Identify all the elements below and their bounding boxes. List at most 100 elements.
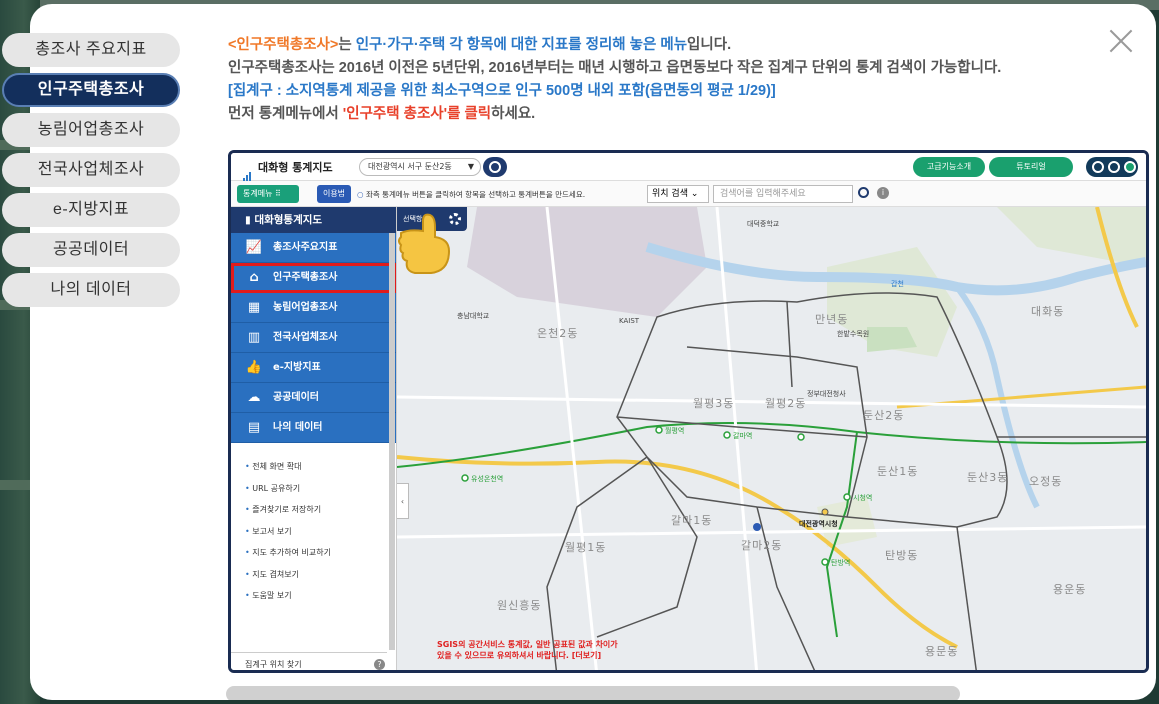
horizontal-scrollbar[interactable]	[226, 686, 960, 700]
intro-highlight: 인구·가구·주택 각 항목에 대한 지표를 정리해 놓은 메뉴	[355, 37, 688, 53]
intro-click-instruction: '인구주택 총조사'를 클릭	[342, 106, 492, 122]
map-label-dong: 오정동	[1029, 475, 1063, 488]
side-item-label: 인구주택총조사	[273, 272, 338, 283]
side-panel: ▮ 대화형통계지도 📈 총조사주요지표 ⌂ 인구주택총조사 ▦ 농림어업총조사 ▥ 전국…	[231, 207, 397, 670]
side-item-label: 나의 데이터	[273, 422, 323, 433]
hint-text: 좌측 통계메뉴 버튼을 클릭하여 항목을 선택하고 통계버튼을 만드세요.	[365, 190, 586, 199]
intro-text: <인구주택총조사>는 인구·가구·주택 각 항목에 대한 지표를 정리해 놓은 …	[228, 34, 1128, 126]
stats-menu-button[interactable]: 통계메뉴 ⠿	[237, 185, 299, 203]
find-tract-location[interactable]: 집계구 위치 찾기?	[231, 652, 387, 670]
map-label-dong: 월평3동	[693, 397, 735, 410]
map-label-station: 유성온천역	[471, 475, 504, 483]
link-bookmark[interactable]: 즐겨찾기로 저장하기	[245, 504, 396, 526]
side-footer-label: 집계구 위치 찾기	[245, 660, 302, 669]
pointing-hand-icon	[398, 213, 451, 274]
tab-business-survey[interactable]: 전국사업체조사	[2, 153, 180, 187]
location-search-select[interactable]: 위치 검색 ⌄	[647, 185, 709, 203]
map-label-poi: KAIST	[619, 317, 640, 325]
house-icon: ⌂	[249, 270, 259, 285]
tutorial-button[interactable]: 튜토리얼	[989, 157, 1073, 177]
collapse-panel-icon[interactable]: ‹	[397, 483, 409, 519]
map-label-poi: 정부대전청사	[807, 390, 846, 398]
tab-my-data[interactable]: 나의 데이터	[2, 273, 180, 307]
search-icon[interactable]	[857, 186, 871, 200]
map-warning-line: SGIS의 공간서비스 통계값, 일반 공표된 값과 차이가	[437, 640, 618, 649]
tab-public-data[interactable]: 공공데이터	[2, 233, 180, 267]
map-label-station: 갈마역	[733, 432, 753, 440]
location-select-value: 위치 검색	[652, 189, 688, 199]
building-icon: ▥	[247, 330, 261, 345]
grid-icon: ⠿	[275, 189, 281, 198]
map-label-poi: 충남대학교	[457, 312, 490, 320]
map-label-dong: 만년동	[815, 313, 849, 326]
map-warning: SGIS의 공간서비스 통계값, 일반 공표된 값과 차이가 있을 수 있으므로…	[437, 639, 618, 661]
info-icon[interactable]: i	[877, 187, 889, 199]
help-modal: <인구주택총조사>는 인구·가구·주택 각 항목에 대한 지표를 정리해 놓은 …	[30, 4, 1156, 700]
tab-census-key-indicators[interactable]: 총조사 주요지표	[2, 33, 180, 67]
map-label-dong: 온천2동	[537, 327, 579, 340]
link-share-url[interactable]: URL 공유하기	[245, 483, 396, 505]
side-item-census-key[interactable]: 📈 총조사주요지표	[231, 233, 396, 263]
map-label-dong: 탄방동	[885, 549, 919, 562]
stats-menu-label: 통계메뉴	[243, 189, 273, 198]
chart-icon: 📈	[245, 240, 263, 255]
tab-agriculture-census[interactable]: 농림어업총조사	[2, 113, 180, 147]
side-item-label: 전국사업체조사	[273, 332, 338, 343]
app-title: 대화형 통계지도	[258, 161, 333, 174]
map-label-station: 탄방역	[831, 559, 851, 567]
map-warning-line[interactable]: 있을 수 있으므로 유의하셔서 바랍니다. [더보기]	[437, 650, 618, 661]
side-item-label: e-지방지표	[273, 362, 321, 373]
link-help[interactable]: 도움말 보기	[245, 590, 396, 612]
hint-bullet-icon: ○	[357, 190, 366, 199]
chevron-down-icon: ▼	[467, 162, 474, 171]
side-panel-title: ▮ 대화형통계지도	[231, 207, 396, 233]
intro-line-2: 인구주택총조사는 2016년 이전은 5년단위, 2016년부터는 매년 시행하…	[228, 60, 1002, 76]
map-label-dong: 둔산2동	[863, 409, 905, 422]
region-select-value: 대전광역시 서구 둔산2동	[368, 162, 452, 171]
search-icon[interactable]	[483, 157, 507, 177]
doc-icon: ▤	[247, 420, 261, 435]
map-label-poi: 한밭수목원	[837, 330, 870, 338]
map-label-dong: 대화동	[1031, 305, 1065, 318]
region-select[interactable]: 대전광역시 서구 둔산2동 ▼	[359, 158, 481, 176]
map-label-dong: 둔산1동	[877, 465, 919, 478]
link-report[interactable]: 보고서 보기	[245, 526, 396, 548]
side-item-public-data[interactable]: ☁ 공공데이터	[231, 383, 396, 413]
chevron-down-icon: ⌄	[690, 189, 699, 199]
map-label-poi: 대덕중학교	[747, 220, 780, 228]
map-label-poi: 대전광역시청	[799, 520, 838, 528]
link-overlay-maps[interactable]: 지도 겹쳐보기	[245, 569, 396, 591]
advanced-features-button[interactable]: 고급기능소개	[913, 157, 985, 177]
link-fullscreen[interactable]: 전체 화면 확대	[245, 461, 396, 483]
farm-icon: ▦	[247, 300, 261, 315]
side-item-e-local[interactable]: 👍 e-지방지표	[231, 353, 396, 383]
map-label-dong: 갈마2동	[741, 539, 783, 552]
intro-line-1: <인구주택총조사>는 인구·가구·주택 각 항목에 대한 지표를 정리해 놓은 …	[228, 34, 1128, 57]
usage-button[interactable]: 이용법	[317, 185, 351, 203]
map-label-dong: 용운동	[1053, 583, 1087, 596]
intro-menu-name: <인구주택총조사>	[228, 37, 339, 53]
side-item-agriculture[interactable]: ▦ 농림어업총조사	[231, 293, 396, 323]
toolbar-hint: ○ 좌측 통계메뉴 버튼을 클릭하여 항목을 선택하고 통계버튼을 만드세요.	[357, 189, 585, 200]
side-item-business[interactable]: ▥ 전국사업체조사	[231, 323, 396, 353]
map-label-dong: 갈마1동	[671, 514, 713, 527]
side-links: 전체 화면 확대 URL 공유하기 즐겨찾기로 저장하기 보고서 보기 지도 추…	[231, 443, 396, 612]
intro-text-segment: 는	[338, 37, 356, 53]
help-icon[interactable]: ?	[374, 659, 385, 670]
map-label-dong: 용문동	[925, 645, 959, 658]
map-search-input[interactable]: 검색어를 입력해주세요	[713, 185, 853, 203]
map-view[interactable]: 선택항목 온천2동 만년동 월평3동 월평2동 둔산2동 둔산1동 갈마1동 갈…	[397, 207, 1146, 670]
embedded-screenshot: 대화형 통계지도 대전광역시 서구 둔산2동 ▼ 고급기능소개 튜토리얼 통계메뉴…	[228, 150, 1149, 673]
side-item-my-data[interactable]: ▤ 나의 데이터	[231, 413, 396, 443]
link-compare-maps[interactable]: 지도 추가하여 비교하기	[245, 547, 396, 569]
side-item-label: 농림어업총조사	[273, 302, 338, 313]
tab-population-housing-census[interactable]: 인구주택총조사	[2, 73, 180, 107]
intro-text-segment: 입니다.	[687, 37, 732, 53]
view-toggle[interactable]	[1086, 157, 1138, 177]
side-item-label: 공공데이터	[273, 392, 319, 403]
map-label-dong: 원신흥동	[497, 599, 542, 612]
intro-text-segment: 먼저 통계메뉴에서	[228, 106, 343, 122]
side-item-population-housing[interactable]: ⌂ 인구주택총조사	[231, 263, 396, 293]
tab-e-local-indicators[interactable]: e-지방지표	[2, 193, 180, 227]
side-scrollbar[interactable]	[389, 233, 395, 650]
